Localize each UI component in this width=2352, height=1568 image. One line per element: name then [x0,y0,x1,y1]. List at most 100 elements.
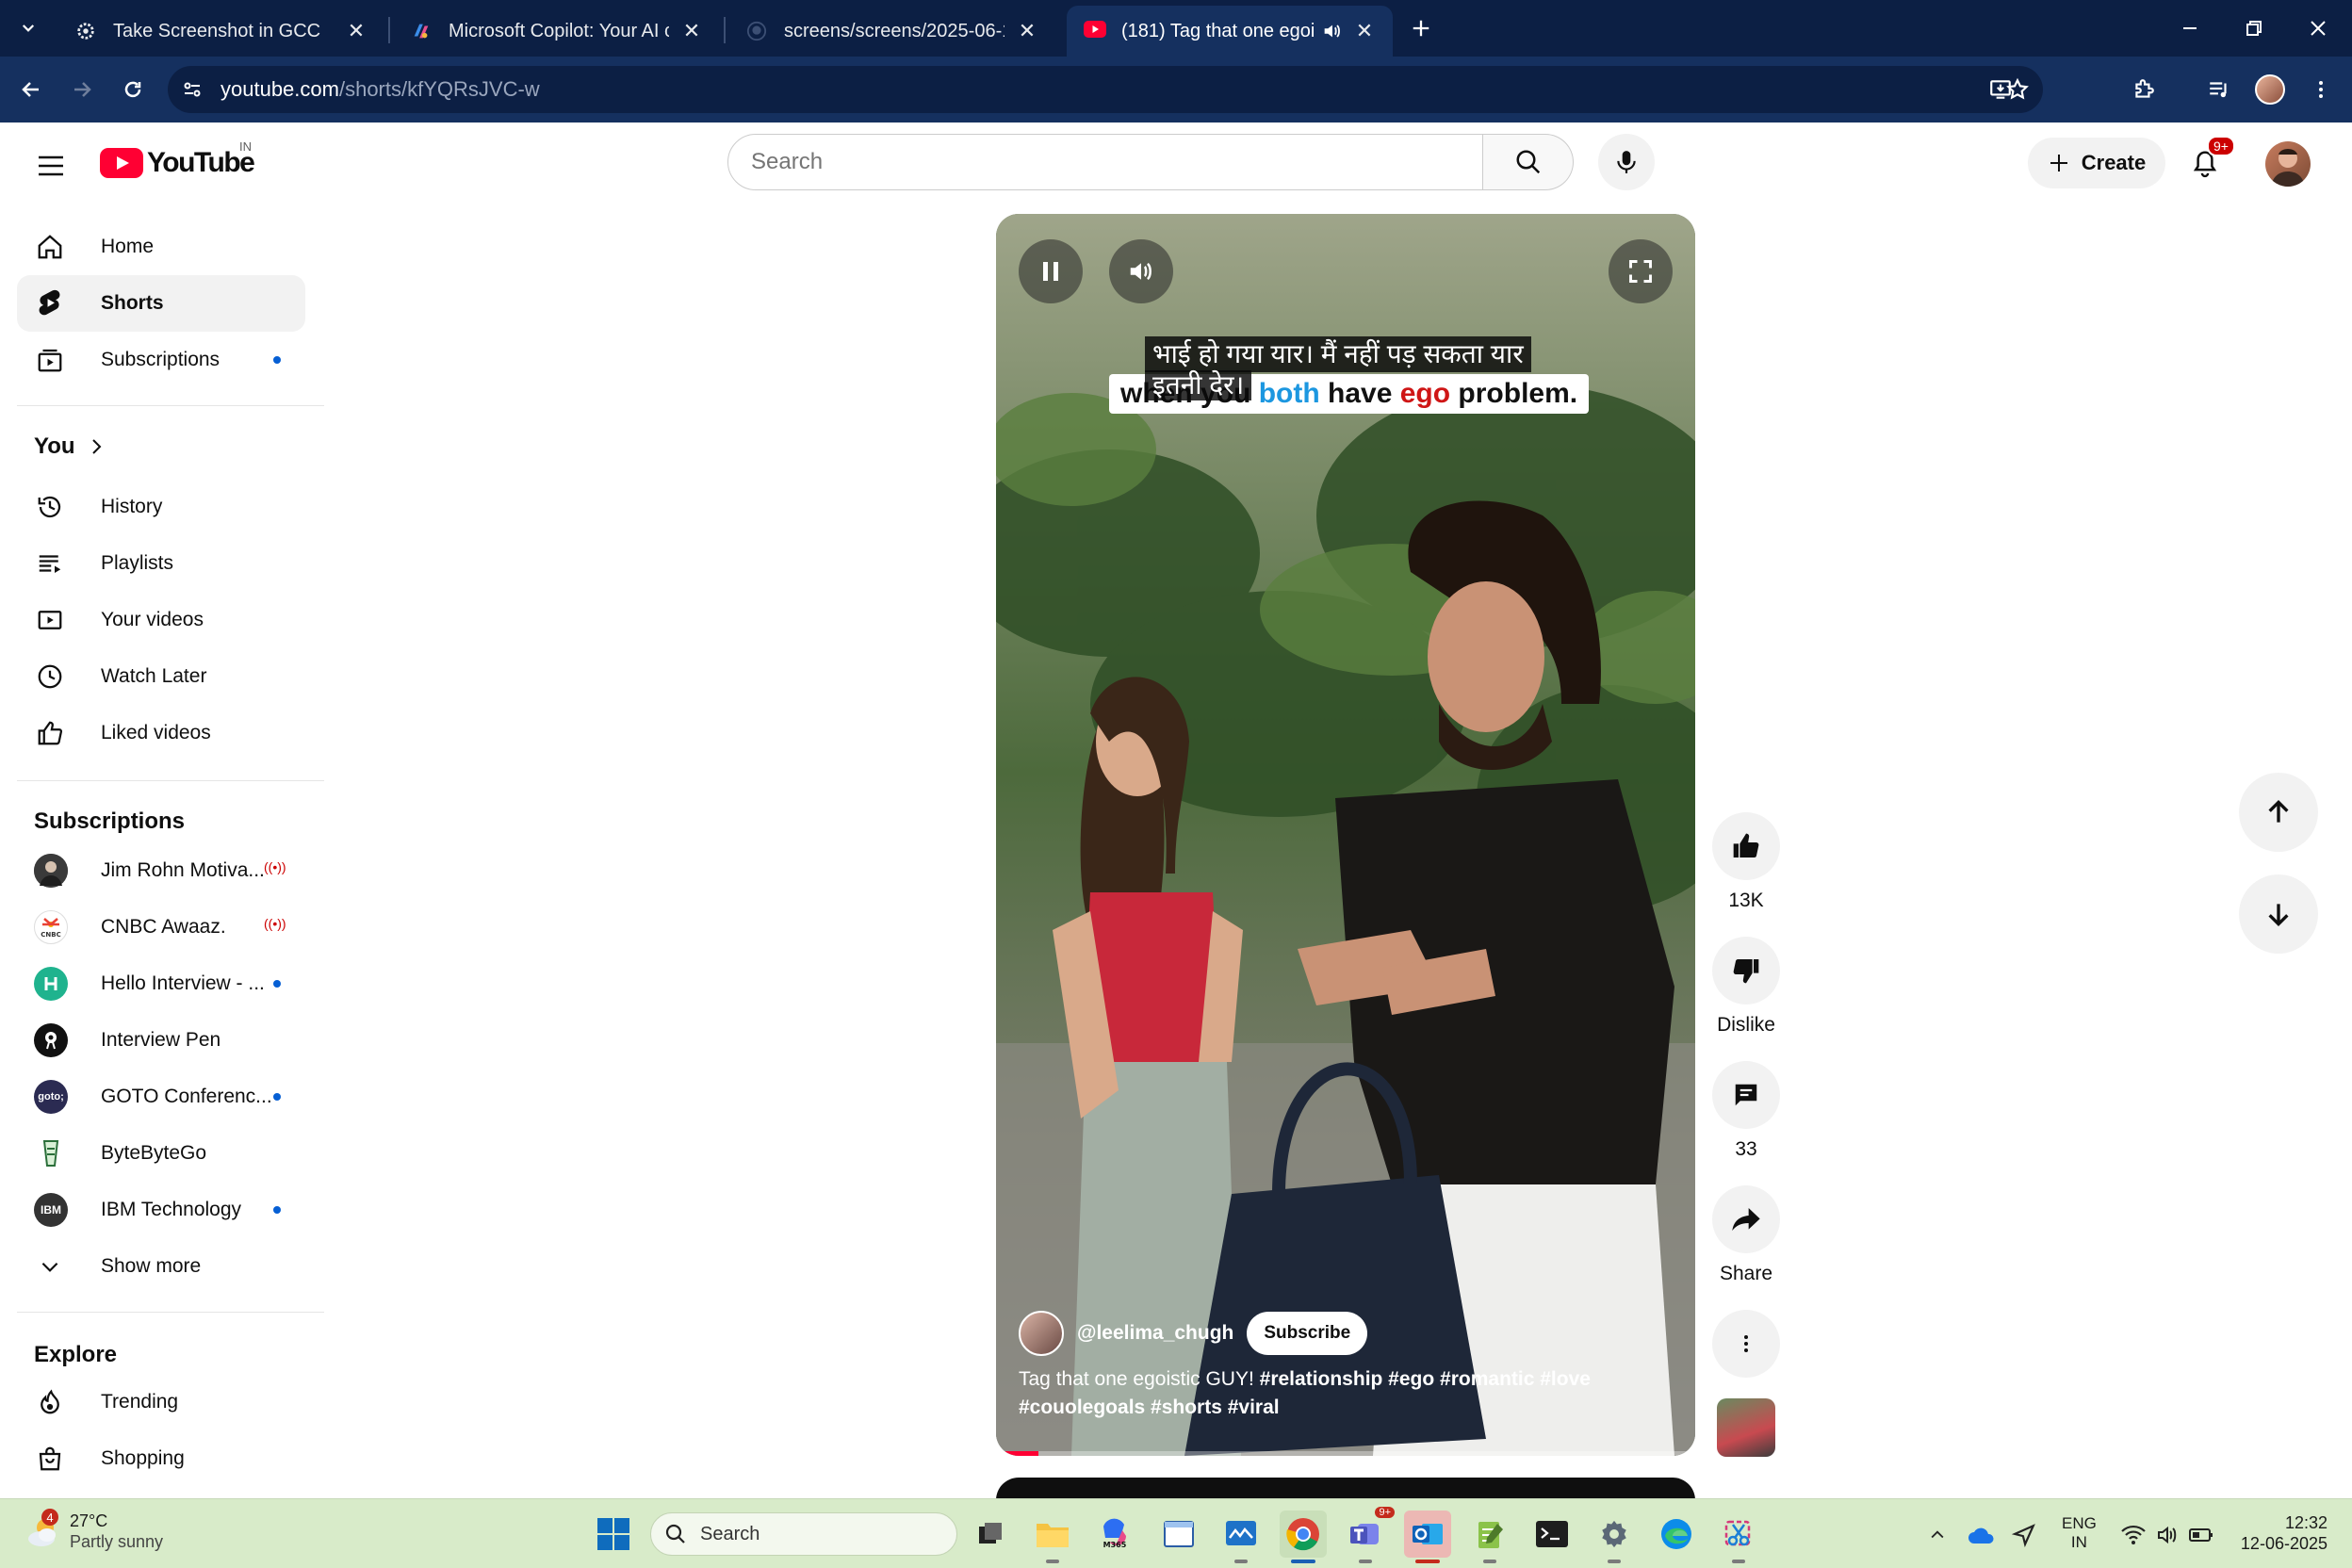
subscription-channel[interactable]: Interview Pen [17,1012,305,1069]
show-more-button[interactable]: Show more [17,1238,305,1295]
sidebar-item-subscriptions[interactable]: Subscriptions [17,332,305,388]
subscription-channel[interactable]: CNBC CNBC Awaaz. ((•)) [17,899,305,956]
subscription-channel[interactable]: ByteByteGo [17,1125,305,1182]
close-icon[interactable]: ✕ [1016,19,1038,42]
like-button[interactable] [1712,812,1780,880]
address-bar[interactable]: youtube.com/shorts/kfYQRsJVC-w [168,66,2043,113]
notepad-app[interactable] [1466,1511,1513,1563]
sidebar-item-liked-videos[interactable]: Liked videos [17,705,305,761]
sidebar-item-shopping[interactable]: Shopping [17,1430,305,1487]
edge-app[interactable] [1653,1511,1700,1558]
new-tab-button[interactable] [1404,11,1438,45]
previous-short-button[interactable] [2239,773,2318,852]
sidebar-item-your-videos[interactable]: Your videos [17,592,305,648]
subscription-channel[interactable]: IBM IBM Technology [17,1182,305,1238]
create-button[interactable]: Create [2028,138,2165,188]
browser-tab[interactable]: screens/screens/2025-06-12_05 ✕ [729,6,1055,57]
extensions-button[interactable] [2124,70,2164,109]
sidebar-item-history[interactable]: History [17,479,305,535]
profile-avatar[interactable] [2250,70,2290,109]
close-icon[interactable]: ✕ [680,19,703,42]
sound-thumbnail[interactable] [1717,1398,1775,1457]
channel-name[interactable]: @leelima_chugh [1077,1322,1233,1345]
channel-name: Jim Rohn Motiva... [101,859,265,881]
volume-button[interactable] [1109,239,1173,303]
weather-widget[interactable]: 4 27°C Partly sunny [24,1509,163,1552]
comments-button[interactable] [1712,1061,1780,1129]
snipping-tool-app[interactable] [1715,1511,1762,1563]
terminal-app[interactable] [1528,1511,1576,1558]
voice-search-button[interactable] [1598,134,1655,190]
reload-button[interactable] [111,68,155,111]
settings-app[interactable] [1591,1511,1638,1563]
chrome-app[interactable] [1280,1511,1327,1563]
tab-list-dropdown[interactable] [13,13,43,43]
subscription-channel[interactable]: Hello Interview - ... [17,956,305,1012]
channel-avatar[interactable] [1019,1311,1064,1356]
sidebar-item-home[interactable]: Home [17,219,305,275]
search-button[interactable] [1483,134,1574,190]
browser-menu-button[interactable] [2301,70,2341,109]
volume-tray-icon[interactable] [2152,1520,2182,1550]
input-language[interactable]: ENG IN [2062,1514,2097,1552]
fullscreen-button[interactable] [1609,239,1673,303]
sidebar-item-shorts[interactable]: Shorts [17,275,305,332]
minimize-button[interactable] [2162,6,2218,51]
share-button[interactable] [1712,1185,1780,1253]
shorts-icon [34,287,66,319]
sidebar-item-playlists[interactable]: Playlists [17,535,305,592]
close-icon[interactable]: ✕ [345,19,368,42]
guide-menu-button[interactable] [28,143,74,188]
teams-app[interactable]: 9+ [1342,1507,1395,1563]
you-section-link[interactable]: You [17,420,305,473]
notifications-button[interactable]: 9+ [2179,136,2235,190]
window-app[interactable] [1155,1511,1202,1558]
bookmark-star-icon[interactable] [2005,77,2030,102]
taskbar-search[interactable]: Search [650,1512,957,1556]
subscription-channel[interactable]: goto; GOTO Conferenc... [17,1069,305,1125]
sidebar-item-label: Liked videos [101,722,211,743]
site-info-icon[interactable] [181,78,204,101]
sidebar-item-trending[interactable]: Trending [17,1374,305,1430]
start-button[interactable] [590,1511,637,1558]
more-vertical-icon [2319,81,2323,98]
more-options-button[interactable] [1712,1310,1780,1378]
restore-button[interactable] [2226,6,2282,51]
browser-tab[interactable]: Take Screenshot in GCC ✕ [58,6,384,57]
media-control-button[interactable] [2199,70,2239,109]
pause-button[interactable] [1019,239,1083,303]
file-explorer-app[interactable] [1029,1511,1076,1563]
search-box[interactable] [727,134,1483,190]
channel-avatar: goto; [34,1080,68,1114]
system-clock[interactable]: 12:32 12-06-2025 [2233,1512,2328,1554]
show-hidden-icons-button[interactable] [1922,1520,1952,1550]
chevron-up-icon [1931,1530,1944,1539]
sidebar-item-watch-later[interactable]: Watch Later [17,648,305,705]
account-avatar[interactable] [2265,141,2311,187]
battery-tray-icon[interactable] [2186,1520,2216,1550]
dislike-button[interactable] [1712,937,1780,1004]
task-view-button[interactable] [967,1511,1014,1558]
browser-tab-active[interactable]: (181) Tag that one egoistic ✕ [1067,6,1393,57]
microsoft-365-app[interactable]: M365 [1091,1511,1138,1558]
forward-button[interactable] [60,68,104,111]
whiteboard-app[interactable] [1217,1511,1265,1563]
wifi-tray-icon[interactable] [2118,1520,2148,1550]
location-tray-icon[interactable] [2009,1520,2039,1550]
close-window-button[interactable] [2290,6,2346,51]
close-icon[interactable]: ✕ [1353,19,1376,42]
progress-bar[interactable] [996,1451,1695,1456]
outlook-app[interactable] [1404,1511,1451,1563]
youtube-logo[interactable]: YouTube IN [100,139,255,179]
browser-tab[interactable]: Microsoft Copilot: Your AI comp ✕ [394,6,720,57]
shorts-player[interactable]: when you both have ego problem. भाई हो ग… [996,214,1695,1456]
audio-playing-icon[interactable] [1321,21,1342,41]
next-short-button[interactable] [2239,874,2318,954]
onedrive-tray-icon[interactable] [1966,1520,1996,1550]
subscribe-button[interactable]: Subscribe [1247,1312,1368,1355]
channel-name: IBM Technology [101,1199,242,1220]
subscription-channel[interactable]: Jim Rohn Motiva... ((•)) [17,842,305,899]
short-description[interactable]: Tag that one egoistic GUY! #relationship… [1019,1365,1622,1422]
back-button[interactable] [9,68,53,111]
search-input[interactable] [751,149,1482,175]
